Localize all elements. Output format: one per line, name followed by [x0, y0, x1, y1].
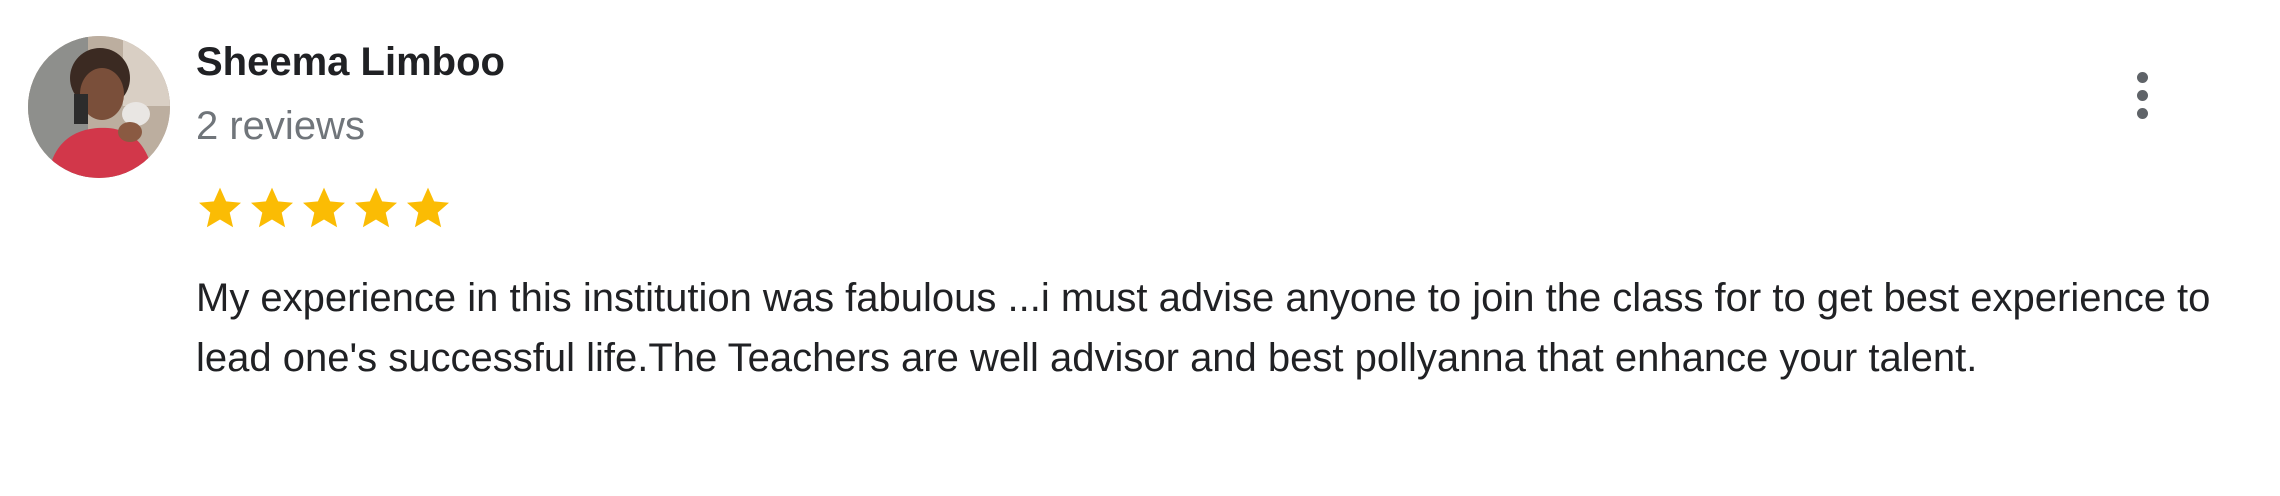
more-vertical-icon	[2136, 107, 2148, 119]
avatar[interactable]	[28, 36, 170, 178]
avatar-photo	[28, 36, 170, 178]
reviewer-name[interactable]: Sheema Limboo	[196, 34, 505, 90]
star-icon	[251, 187, 293, 228]
review-count[interactable]: 2 reviews	[196, 98, 365, 154]
star-icon	[355, 187, 397, 228]
star-icon	[407, 187, 449, 228]
review-card: Sheema Limboo 2 reviews My experience in…	[0, 0, 2280, 496]
more-vertical-icon	[2136, 71, 2148, 83]
star-icon	[199, 187, 241, 228]
more-vertical-icon	[2136, 89, 2148, 101]
star-rating	[196, 178, 452, 238]
more-options-button[interactable]	[2112, 60, 2172, 130]
star-icon	[303, 187, 345, 228]
review-text: My experience in this institution was fa…	[196, 276, 2211, 380]
